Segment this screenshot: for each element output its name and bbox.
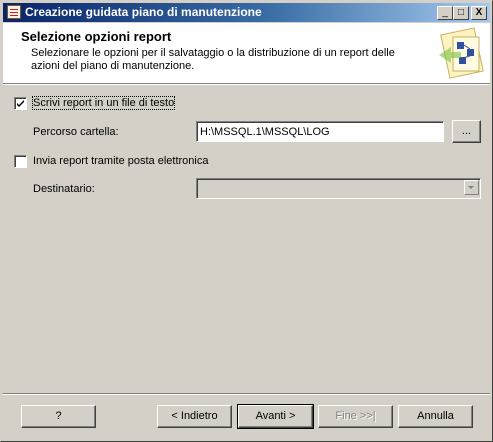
back-button[interactable]: < Indietro — [157, 405, 232, 428]
finish-button[interactable]: Fine >>| — [318, 405, 393, 428]
header-divider — [3, 84, 490, 85]
page-description: Selezionare le opzioni per il salvataggi… — [31, 47, 395, 72]
browse-folder-button[interactable]: ... — [452, 120, 481, 143]
send-email-checkbox[interactable] — [14, 155, 27, 168]
write-text-file-label[interactable]: Scrivi report in un file di testo — [31, 96, 176, 110]
cancel-button[interactable]: Annulla — [398, 405, 473, 428]
folder-path-input[interactable] — [199, 124, 439, 139]
wizard-window: Creazione guidata piano di manutenzione … — [0, 0, 493, 442]
next-button[interactable]: Avanti > — [237, 404, 314, 429]
recipient-select[interactable] — [196, 178, 481, 199]
send-email-label[interactable]: Invia report tramite posta elettronica — [33, 155, 208, 167]
footer-divider — [3, 393, 490, 395]
checkmark-icon — [17, 100, 24, 107]
folder-path-label: Percorso cartella: — [33, 126, 119, 138]
maximize-button[interactable]: □ — [453, 6, 469, 20]
page-title: Selezione opzioni report — [21, 29, 172, 44]
chevron-down-icon[interactable] — [464, 180, 479, 195]
maximize-icon: □ — [457, 7, 465, 18]
folder-path-field[interactable] — [196, 121, 444, 142]
title-bar[interactable]: Creazione guidata piano di manutenzione … — [3, 3, 490, 22]
close-icon: X — [475, 7, 483, 18]
minimize-button[interactable]: _ — [437, 6, 453, 20]
wizard-app-icon — [7, 5, 21, 19]
window-title: Creazione guidata piano di manutenzione — [25, 5, 262, 19]
maintenance-plan-icon — [439, 27, 484, 79]
help-button[interactable]: ? — [21, 405, 96, 428]
wizard-header: Selezione opzioni report Selezionare le … — [3, 23, 490, 84]
close-button[interactable]: X — [471, 6, 487, 20]
recipient-label: Destinatario: — [33, 183, 95, 195]
write-text-file-checkbox[interactable] — [14, 97, 27, 110]
minimize-icon: _ — [442, 7, 448, 18]
